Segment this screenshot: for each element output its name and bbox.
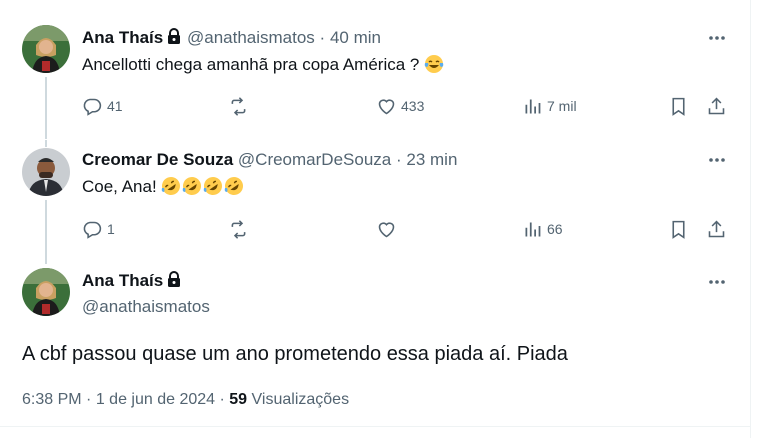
face-with-tears-of-joy-icon <box>424 54 444 74</box>
divider <box>0 426 750 427</box>
retweet-button[interactable] <box>228 217 253 241</box>
rolling-on-the-floor-laughing-icon <box>182 176 202 196</box>
views-count: 59 <box>229 391 248 408</box>
separator: · <box>219 391 225 408</box>
bookmark-icon <box>672 220 685 239</box>
retweet-icon <box>231 96 246 116</box>
share-icon <box>708 220 725 237</box>
post-date[interactable]: 1 de jun de 2024 <box>96 391 215 408</box>
retweet-icon <box>231 219 246 239</box>
user-handle[interactable]: @anathaismatos <box>82 296 210 318</box>
bookmark-icon <box>672 97 685 116</box>
separator: · <box>395 150 402 169</box>
views-icon <box>525 222 541 236</box>
avatar[interactable] <box>22 148 70 196</box>
like-icon <box>378 221 395 237</box>
tweet-actions: 1 66 <box>82 217 732 241</box>
views-count: 7 mil <box>547 98 577 114</box>
separator: · <box>86 391 92 408</box>
thread-line <box>45 200 47 264</box>
reply-count: 41 <box>107 98 123 114</box>
tweet-reply-1[interactable]: Ana Thaís @anathaismatos · 40 min Ancell… <box>0 0 750 140</box>
tweet-actions: 41 433 7 mil <box>82 94 732 118</box>
post-time[interactable]: 6:38 PM <box>22 391 82 408</box>
like-icon <box>378 98 395 114</box>
views-label: Visualizações <box>251 391 350 408</box>
more-icon[interactable] <box>706 150 728 172</box>
rolling-on-the-floor-laughing-icon <box>161 176 181 196</box>
rolling-on-the-floor-laughing-icon <box>224 176 244 196</box>
thread-line <box>45 77 47 139</box>
lock-icon <box>166 28 182 51</box>
views-count: 66 <box>547 221 563 237</box>
tweet-text-content: Coe, Ana! <box>82 177 157 196</box>
separator: · <box>319 28 326 47</box>
reply-icon <box>83 98 102 116</box>
reply-icon <box>83 221 102 239</box>
bookmark-button[interactable] <box>668 94 693 118</box>
tweet-header: Creomar De Souza @CreomarDeSouza · 23 mi… <box>82 149 457 171</box>
more-icon[interactable] <box>706 28 728 50</box>
more-icon[interactable] <box>706 272 728 294</box>
like-button[interactable]: 433 <box>376 94 424 118</box>
avatar[interactable] <box>22 25 70 73</box>
thread-line <box>45 140 47 147</box>
reply-count: 1 <box>107 221 115 237</box>
timestamp[interactable]: 23 min <box>406 150 457 169</box>
views-icon <box>525 99 541 113</box>
user-handle[interactable]: @anathaismatos <box>187 28 315 47</box>
rolling-on-the-floor-laughing-icon <box>203 176 223 196</box>
tweet-text: Ancellotti chega amanhã pra copa América… <box>82 53 445 77</box>
retweet-button[interactable] <box>228 94 253 118</box>
tweet-text-content: Ancellotti chega amanhã pra copa América… <box>82 55 420 74</box>
display-name[interactable]: Creomar De Souza <box>82 150 233 169</box>
display-name-text: Ana Thaís <box>82 271 164 290</box>
views-button[interactable]: 7 mil <box>522 94 577 118</box>
tweet-reply-2[interactable]: Creomar De Souza @CreomarDeSouza · 23 mi… <box>0 140 750 264</box>
tweet-text: Coe, Ana! <box>82 175 245 199</box>
display-name[interactable]: Ana Thaís <box>82 270 182 294</box>
share-button[interactable] <box>706 94 731 118</box>
avatar[interactable] <box>22 268 70 316</box>
lock-icon <box>166 271 182 294</box>
reply-button[interactable]: 1 <box>82 217 115 241</box>
timestamp[interactable]: 40 min <box>330 28 381 47</box>
user-handle[interactable]: @CreomarDeSouza <box>238 150 391 169</box>
display-name[interactable]: Ana Thaís <box>82 28 163 47</box>
like-button[interactable] <box>376 217 401 241</box>
tweet-header: Ana Thaís @anathaismatos · 40 min <box>82 27 381 51</box>
conversation-thread: Ana Thaís @anathaismatos · 40 min Ancell… <box>0 0 751 438</box>
views-button[interactable]: 66 <box>522 217 563 241</box>
like-count: 433 <box>401 98 425 114</box>
tweet-text: A cbf passou quase um ano prometendo ess… <box>22 343 568 365</box>
share-button[interactable] <box>706 217 731 241</box>
reply-button[interactable]: 41 <box>82 94 123 118</box>
bookmark-button[interactable] <box>668 217 693 241</box>
tweet-meta: 6:38 PM · 1 de jun de 2024 · 59 Visualiz… <box>22 389 349 411</box>
share-icon <box>708 97 725 114</box>
